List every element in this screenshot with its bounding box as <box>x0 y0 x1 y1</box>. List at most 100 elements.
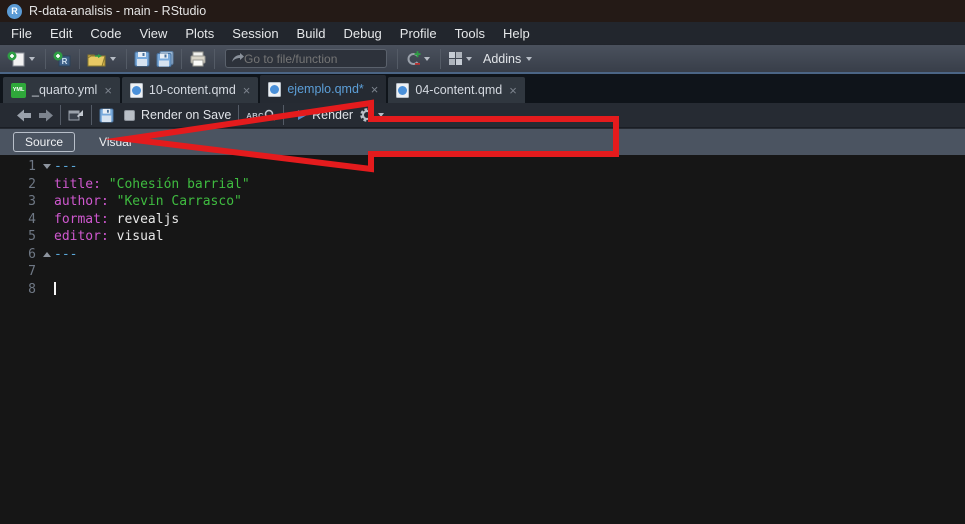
separator <box>91 105 92 125</box>
chevron-down-icon <box>378 113 384 117</box>
code-token: --- <box>54 159 77 174</box>
gear-icon <box>359 107 375 123</box>
chevron-down-icon <box>110 57 116 61</box>
tab-label: ejemplo.qmd* <box>287 82 363 96</box>
new-file-button[interactable] <box>4 48 41 70</box>
save-source-button[interactable] <box>96 106 117 125</box>
render-options-button[interactable] <box>356 105 390 125</box>
popout-window-button[interactable] <box>65 106 87 124</box>
menu-item-edit[interactable]: Edit <box>41 24 81 43</box>
fold-column <box>40 193 54 211</box>
fold-down-triangle <box>43 164 51 169</box>
code-line: 1--- <box>0 158 965 176</box>
line-number: 2 <box>0 176 40 194</box>
workspace-panes-button[interactable] <box>445 49 478 68</box>
version-control-button[interactable] <box>402 49 436 69</box>
magnifier-icon <box>264 109 276 121</box>
editor-toolbar: Render on Save ABC Render <box>0 103 965 128</box>
rstudio-window: R R-data-analisis - main - RStudio FileE… <box>0 0 965 524</box>
addins-button[interactable]: Addins <box>478 50 538 68</box>
addins-label: Addins <box>481 52 523 66</box>
menu-item-plots[interactable]: Plots <box>176 24 223 43</box>
code-token: --- <box>54 247 77 262</box>
window-title: R-data-analisis - main - RStudio <box>29 4 206 18</box>
code-line: 5editor: visual <box>0 228 965 246</box>
chevron-down-icon <box>526 57 532 61</box>
code-token: editor: <box>54 229 109 244</box>
rstudio-logo-icon: R <box>7 4 22 19</box>
tab-04-content-qmd[interactable]: 04-content.qmd × <box>388 77 524 103</box>
render-button[interactable]: Render <box>288 106 356 124</box>
render-on-save-checkbox[interactable]: Render on Save <box>117 106 234 124</box>
fold-toggle-icon[interactable] <box>40 158 54 176</box>
menu-item-help[interactable]: Help <box>494 24 539 43</box>
menu-item-build[interactable]: Build <box>288 24 335 43</box>
menu-item-debug[interactable]: Debug <box>334 24 390 43</box>
code-token: "Cohesión barrial" <box>109 177 250 192</box>
version-control-icon <box>405 51 421 67</box>
code-text: format: revealjs <box>54 211 179 229</box>
print-icon <box>189 51 207 67</box>
spellcheck-button[interactable]: ABC <box>243 107 279 123</box>
tab-10-content-qmd[interactable]: 10-content.qmd× <box>122 77 258 103</box>
separator <box>214 49 215 69</box>
menu-item-view[interactable]: View <box>130 24 176 43</box>
tab-ejemplo-qmd[interactable]: ejemplo.qmd* × <box>260 75 386 103</box>
code-text: author: "Kevin Carrasco" <box>54 193 242 211</box>
code-text: --- <box>54 158 77 176</box>
tab-label: 04-content.qmd <box>415 83 502 97</box>
back-button[interactable] <box>14 107 35 124</box>
code-token: revealjs <box>117 212 180 227</box>
code-line: 2 title: "Cohesión barrial" <box>0 176 965 194</box>
code-editor[interactable]: 1---2 title: "Cohesión barrial"3author: "… <box>0 155 965 524</box>
render-icon <box>291 109 308 121</box>
code-line: 7 <box>0 263 965 281</box>
open-folder-icon <box>87 51 107 67</box>
save-button[interactable] <box>131 49 153 69</box>
code-text: editor: visual <box>54 228 164 246</box>
menu-item-profile[interactable]: Profile <box>391 24 446 43</box>
code-line: 4 format: revealjs <box>0 211 965 229</box>
visual-mode-button[interactable]: Visual <box>88 133 142 151</box>
close-icon[interactable]: × <box>371 83 379 96</box>
goto-file-search[interactable] <box>225 49 387 68</box>
save-icon <box>134 51 150 67</box>
code-token: "Kevin Carrasco" <box>117 194 242 209</box>
checkbox-icon <box>124 110 135 121</box>
close-icon[interactable]: × <box>509 84 517 97</box>
line-number: 4 <box>0 211 40 229</box>
forward-button[interactable] <box>35 107 56 124</box>
fold-column <box>40 263 54 281</box>
open-file-button[interactable] <box>84 49 122 69</box>
new-file-icon <box>7 50 26 68</box>
save-icon <box>99 108 114 123</box>
quarto-file-icon <box>268 82 281 97</box>
render-on-save-label: Render on Save <box>141 108 231 122</box>
separator <box>440 49 441 69</box>
save-all-button[interactable] <box>153 49 177 69</box>
separator <box>126 49 127 69</box>
menu-item-code[interactable]: Code <box>81 24 130 43</box>
yml-file-icon: YML <box>11 83 26 98</box>
code-line: 3author: "Kevin Carrasco" <box>0 193 965 211</box>
code-text: title: "Cohesión barrial" <box>54 176 250 194</box>
close-icon[interactable]: × <box>104 84 112 97</box>
menu-item-file[interactable]: File <box>2 24 41 43</box>
editor-mode-toggle: Source Visual <box>0 128 965 155</box>
separator <box>181 49 182 69</box>
new-project-button[interactable]: R <box>50 48 75 70</box>
tab-quarto-yml[interactable]: YML_quarto.yml× <box>3 77 120 103</box>
code-token: visual <box>117 229 164 244</box>
code-text: --- <box>54 246 77 264</box>
goto-file-input[interactable] <box>244 52 374 66</box>
fold-toggle-icon[interactable] <box>40 246 54 264</box>
fold-column <box>40 228 54 246</box>
print-button[interactable] <box>186 49 210 69</box>
separator <box>45 49 46 69</box>
menu-item-session[interactable]: Session <box>223 24 287 43</box>
close-icon[interactable]: × <box>243 84 251 97</box>
code-text <box>54 281 56 299</box>
menu-item-tools[interactable]: Tools <box>446 24 494 43</box>
source-mode-button[interactable]: Source <box>13 132 75 152</box>
separator <box>79 49 80 69</box>
